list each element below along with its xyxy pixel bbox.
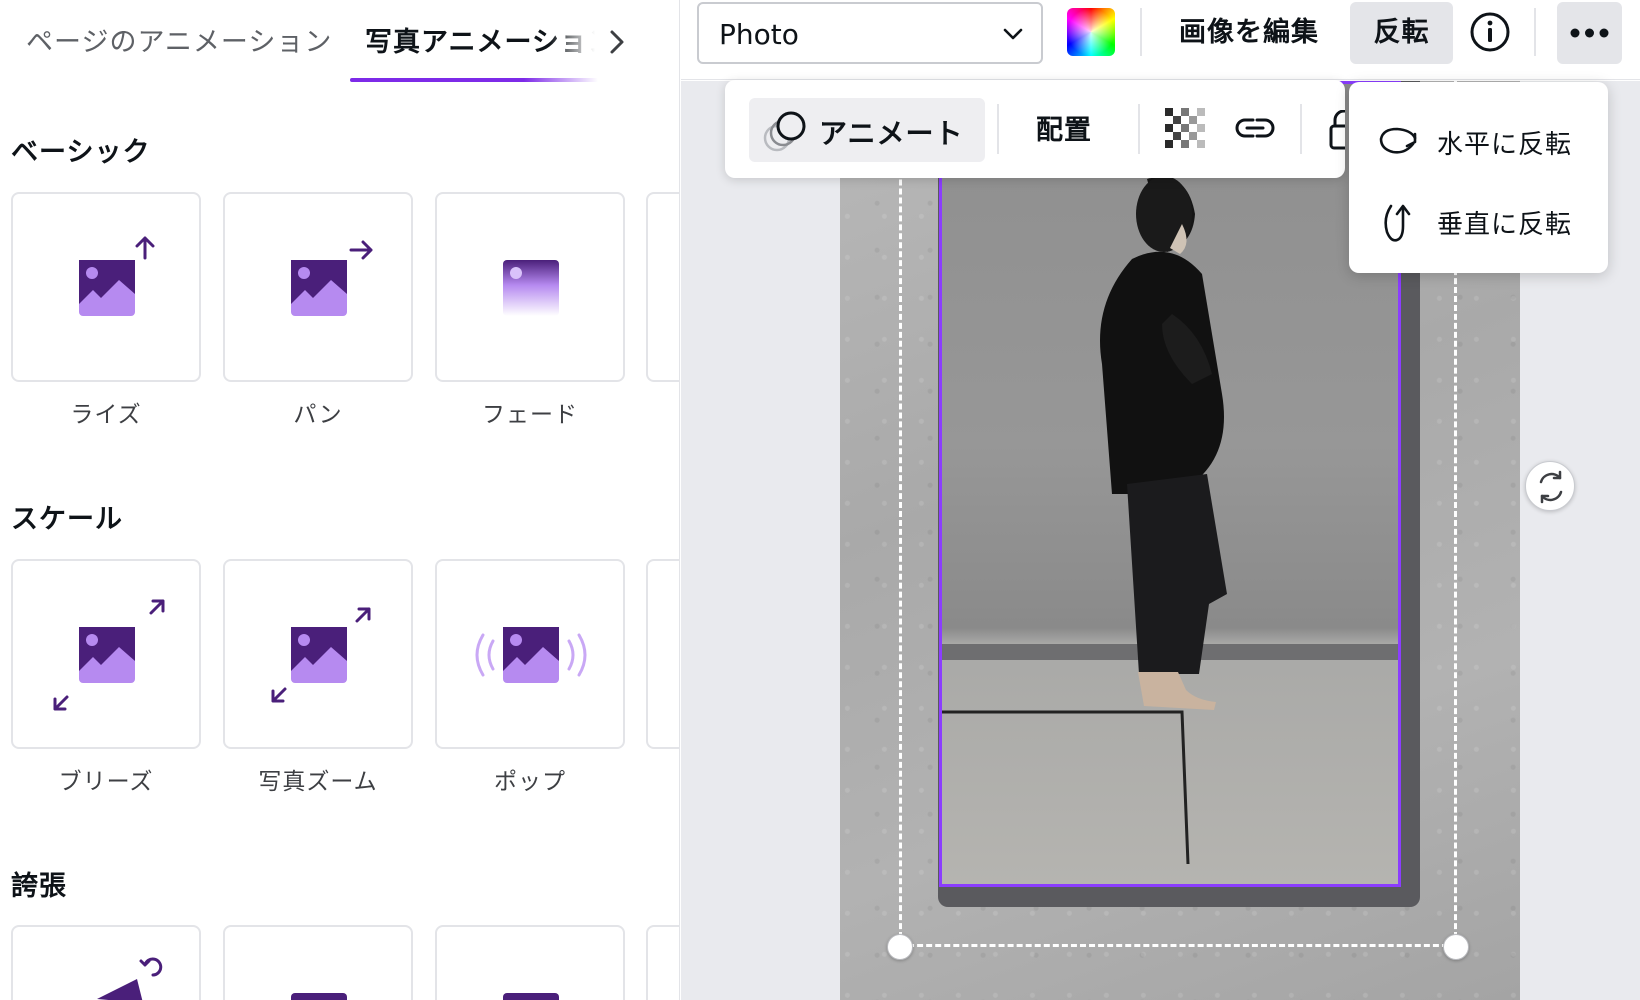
animation-card-exaggerate-2[interactable] (223, 925, 413, 1000)
toolbar-divider (1138, 104, 1140, 154)
active-tab-indicator (350, 78, 598, 82)
flip-menu: 水平に反転 垂直に反転 (1349, 82, 1608, 273)
animate-icon (763, 111, 806, 152)
rotate-icon (1539, 470, 1563, 504)
color-swatch-button[interactable] (1067, 8, 1115, 56)
animation-card-exaggerate-3[interactable] (435, 925, 625, 1000)
flip-horizontal-label: 水平に反転 (1437, 130, 1573, 160)
animation-card-more[interactable] (646, 192, 679, 382)
floating-toolbar: アニメート 配置 (725, 80, 1345, 178)
toolbar-divider (1300, 104, 1302, 154)
section-title-scale: スケール (11, 504, 123, 535)
fade-thumbnail-icon (503, 260, 559, 316)
animate-label: アニメート (819, 117, 964, 150)
more-options-button[interactable] (1557, 2, 1622, 64)
more-dots-icon (1570, 28, 1609, 38)
flip-horizontal-icon (1379, 127, 1417, 154)
animation-card-pop[interactable] (435, 559, 625, 749)
font-select-value: Photo (719, 18, 799, 51)
animation-card-pan[interactable] (223, 192, 413, 382)
flip-horizontal-item[interactable]: 水平に反転 (1349, 102, 1608, 180)
animation-label-breathe: ブリーズ (58, 769, 154, 795)
animation-label-rise: ライズ (70, 402, 142, 428)
chevron-right-icon[interactable] (604, 24, 630, 60)
tab-photo-animation[interactable]: 写真アニメーション (365, 20, 595, 59)
breathe-thumbnail-icon (53, 599, 165, 711)
animation-panel: ページのアニメーション 写真アニメーション ベーシック ライズ パン フェード … (0, 0, 680, 1000)
animation-label-fade: フェード (482, 402, 578, 428)
animation-label-photo-zoom: 写真ズーム (258, 769, 378, 795)
edit-image-button[interactable]: 画像を編集 (1169, 2, 1329, 64)
toolbar-divider (1140, 8, 1142, 56)
link-icon[interactable] (1233, 110, 1277, 146)
toolbar-divider (997, 104, 999, 154)
animation-card-fade[interactable] (435, 192, 625, 382)
tab-page-animation[interactable]: ページのアニメーション (26, 20, 332, 59)
rise-thumbnail-icon (79, 236, 155, 316)
animate-button[interactable]: アニメート (749, 98, 985, 162)
section-title-basic: ベーシック (11, 137, 151, 168)
exaggerate-thumbnail-icon (503, 993, 559, 1000)
resize-handle-bottom-left[interactable] (887, 934, 913, 960)
lock-icon[interactable] (1329, 110, 1345, 150)
animation-label-pan: パン (293, 402, 343, 428)
resize-handle-bottom-right[interactable] (1443, 934, 1469, 960)
flip-vertical-icon (1384, 204, 1411, 242)
flip-vertical-label: 垂直に反転 (1437, 210, 1573, 240)
photo-zoom-thumbnail-icon (271, 607, 371, 703)
animation-card-rise[interactable] (11, 192, 201, 382)
exaggerate-thumbnail-icon (291, 993, 347, 1000)
animation-card-breathe[interactable] (11, 559, 201, 749)
animation-label-pop: ポップ (494, 769, 566, 795)
top-toolbar: Photo 画像を編集 反転 (681, 0, 1640, 80)
rotate-handle[interactable] (1525, 461, 1575, 511)
pop-thumbnail-icon (475, 627, 587, 683)
section-title-exaggerate: 誇張 (11, 871, 67, 902)
info-icon[interactable] (1466, 8, 1514, 56)
flip-vertical-item[interactable]: 垂直に反転 (1349, 182, 1608, 260)
transparency-icon[interactable] (1165, 108, 1207, 150)
animation-card-more[interactable] (646, 925, 679, 1000)
font-select[interactable]: Photo (697, 2, 1043, 64)
pan-thumbnail-icon (291, 240, 373, 316)
chevron-down-icon (1003, 28, 1023, 40)
animation-card-exaggerate-1[interactable] (11, 925, 201, 1000)
position-button[interactable]: 配置 (1036, 108, 1092, 147)
animation-card-more[interactable] (646, 559, 679, 749)
flip-button[interactable]: 反転 (1350, 2, 1453, 64)
toolbar-divider (1534, 8, 1536, 56)
exaggerate-thumbnail-icon (97, 957, 163, 1000)
animation-card-photo-zoom[interactable] (223, 559, 413, 749)
